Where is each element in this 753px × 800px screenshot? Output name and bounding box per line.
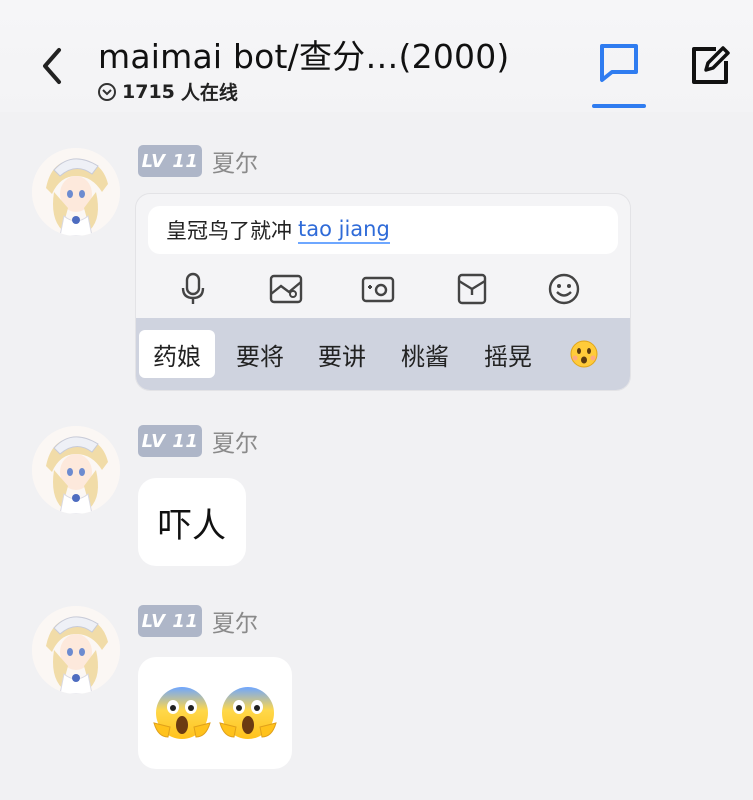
- avatar-illustration: [32, 148, 120, 236]
- hushed-face-emoji: [556, 330, 612, 378]
- red-packet-icon: [452, 270, 492, 308]
- avatar-illustration: [32, 426, 120, 514]
- edit-icon: [692, 46, 730, 84]
- chat-header: maimai bot/查分…(2000) 1715 人在线: [0, 0, 753, 112]
- screenshot-input-field: 皇冠鸟了就冲 tao jiang: [148, 206, 618, 254]
- candidate-item: 要讲: [318, 342, 366, 371]
- ime-candidate-bar: 药娘 要将 要讲 桃酱 摇晃: [136, 318, 630, 390]
- smiley-icon: [544, 270, 584, 308]
- online-status[interactable]: 1715 人在线: [98, 78, 238, 105]
- back-button[interactable]: [32, 44, 72, 88]
- screenshot-input-typed: tao jiang: [298, 217, 390, 244]
- message-text: 吓人: [158, 505, 226, 546]
- image-icon: [266, 270, 306, 308]
- online-label: 人在线: [180, 82, 238, 104]
- chat-bubble-icon: [600, 44, 638, 82]
- camera-icon: [358, 270, 398, 308]
- microphone-icon: [173, 270, 213, 308]
- chevron-left-icon: [43, 48, 61, 84]
- avatar[interactable]: [32, 148, 120, 236]
- compose-button[interactable]: [686, 42, 734, 90]
- candidate-item: 桃酱: [401, 342, 449, 371]
- candidate-item: 要将: [236, 342, 284, 371]
- level-badge: LV 11: [138, 145, 202, 177]
- avatar-illustration: [32, 606, 120, 694]
- screenshot-input-text: 皇冠鸟了就冲: [166, 219, 292, 243]
- sender-row: LV 11 夏尔: [138, 424, 258, 458]
- avatar[interactable]: [32, 606, 120, 694]
- screenshot-image[interactable]: 皇冠鸟了就冲 tao jiang 药娘 要将 要讲 桃酱 摇晃: [136, 194, 630, 390]
- candidate-item: 药娘: [139, 330, 215, 378]
- avatar[interactable]: [32, 426, 120, 514]
- sender-name[interactable]: 夏尔: [212, 144, 258, 178]
- chevron-down-icon: [98, 82, 116, 101]
- sender-row: LV 11 夏尔: [138, 604, 258, 638]
- tab-chat-underline: [592, 104, 646, 108]
- level-badge: LV 11: [138, 425, 202, 457]
- message-bubble[interactable]: 吓人: [138, 478, 246, 566]
- screaming-face-emoji: [219, 687, 277, 739]
- screaming-face-emoji: [153, 687, 211, 739]
- sender-name[interactable]: 夏尔: [212, 424, 258, 458]
- sender-row: LV 11 夏尔: [138, 144, 258, 178]
- candidate-item: 摇晃: [484, 342, 532, 371]
- online-count: 1715: [122, 80, 175, 103]
- level-badge: LV 11: [138, 605, 202, 637]
- group-title[interactable]: maimai bot/查分…(2000): [98, 30, 510, 78]
- message-bubble[interactable]: [138, 657, 292, 769]
- sender-name[interactable]: 夏尔: [212, 604, 258, 638]
- tab-chat[interactable]: [592, 40, 646, 108]
